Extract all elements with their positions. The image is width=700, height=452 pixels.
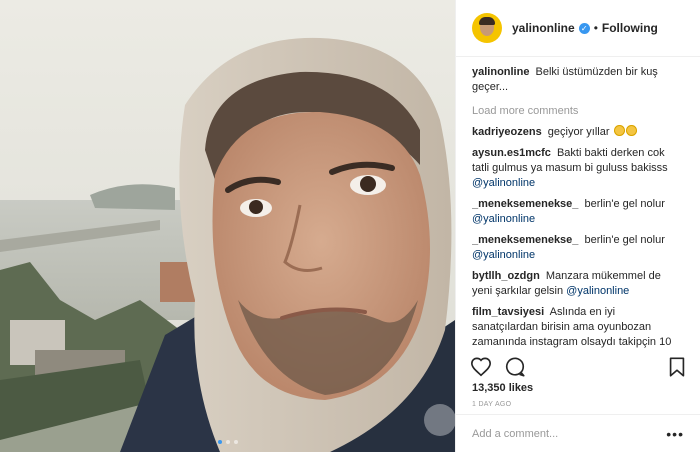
add-comment-bar: ••• (456, 414, 700, 452)
grimace-emoji-icon (613, 125, 625, 136)
comment-text: geçiyor yıllar (547, 126, 610, 138)
comment-text: berlin'e gel nolur (584, 234, 665, 246)
carousel-dot (225, 440, 230, 444)
comments-list: yalinonline Belki üstümüzden bir kuş geç… (472, 65, 684, 350)
comment-username[interactable]: _meneksemenekse_ (472, 234, 578, 246)
verified-badge-icon: ✓ (578, 22, 590, 34)
comment-item: aysun.es1mcfc Bakti bakti derken cok tat… (472, 146, 684, 191)
carousel-dot (233, 440, 238, 444)
load-more-comments-button[interactable]: Load more comments (472, 105, 684, 117)
comment-item: _meneksemenekse_ berlin'e gel nolur @yal… (472, 197, 684, 227)
comment-mention[interactable]: @yalinonline (472, 249, 535, 261)
post-photo[interactable] (0, 0, 455, 452)
post-timestamp: 1 DAY AGO (472, 401, 512, 408)
caption: yalinonline Belki üstümüzden bir kuş geç… (472, 65, 684, 95)
comment-username[interactable]: _meneksemenekse_ (472, 198, 578, 210)
add-comment-input[interactable] (472, 427, 642, 440)
comment-item: bytllh_ozdgn Manzara mükemmel de yeni şa… (472, 269, 684, 299)
comment-mention[interactable]: @yalinonline (566, 285, 629, 297)
avatar-hair (479, 17, 495, 25)
likes-count[interactable]: 13,350 likes (472, 382, 533, 394)
comment-username[interactable]: film_tavsiyesi (472, 306, 544, 318)
username-link[interactable]: yalinonline (512, 21, 575, 35)
comment-text: berlin'e gel nolur (584, 198, 665, 210)
following-button[interactable]: Following (602, 21, 658, 35)
comment-username[interactable]: aysun.es1mcfc (472, 147, 551, 159)
comment-item: film_tavsiyesi Aslında en iyi sanatçılar… (472, 305, 684, 350)
comment-item: _meneksemenekse_ berlin'e gel nolur @yal… (472, 233, 684, 263)
header-separator: • (593, 21, 598, 35)
post-sidebar: yalinonline ✓ • Following yalinonline Be… (455, 0, 700, 452)
comment-username[interactable]: kadriyeozens (472, 126, 542, 138)
bookmark-icon[interactable] (666, 356, 688, 378)
comment-icon[interactable] (504, 356, 526, 378)
action-bar (470, 355, 688, 379)
more-options-icon[interactable]: ••• (666, 426, 684, 442)
carousel-dot-active (217, 440, 222, 444)
caption-username[interactable]: yalinonline (472, 66, 529, 78)
comment-mention[interactable]: @yalinonline (472, 177, 535, 189)
selfie-image (0, 0, 455, 452)
heart-icon[interactable] (470, 356, 492, 378)
grimace-emoji-icon (625, 125, 637, 136)
comment-mention[interactable]: @yalinonline (472, 213, 535, 225)
post-header: yalinonline ✓ • Following (456, 0, 700, 57)
avatar[interactable] (472, 13, 502, 43)
carousel-indicator (217, 440, 238, 444)
comment-item: kadriyeozens geçiyor yıllar (472, 125, 684, 140)
comment-username[interactable]: bytllh_ozdgn (472, 270, 540, 282)
